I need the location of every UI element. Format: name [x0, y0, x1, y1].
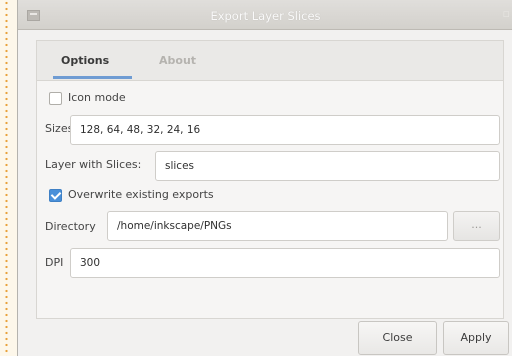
overwrite-label: Overwrite existing exports	[68, 188, 214, 201]
layer-input[interactable]: slices	[155, 151, 500, 181]
dpi-input[interactable]: 300	[70, 248, 500, 278]
active-tab-indicator	[53, 76, 132, 79]
icon-mode-checkbox[interactable]	[49, 92, 62, 105]
close-button[interactable]: Close	[358, 321, 437, 355]
window-title: Export Layer Slices	[210, 9, 321, 23]
tab-about[interactable]: About	[159, 54, 196, 67]
page-edge-dots	[5, 0, 8, 356]
directory-input[interactable]: /home/inkscape/PNGs	[107, 211, 448, 241]
icon-mode-label: Icon mode	[68, 91, 126, 104]
apply-button[interactable]: Apply	[443, 321, 509, 355]
overwrite-checkbox[interactable]	[49, 189, 62, 202]
tab-options[interactable]: Options	[61, 54, 109, 67]
sizes-input[interactable]: 128, 64, 48, 32, 24, 16	[70, 115, 500, 145]
tab-bar: Options About	[36, 40, 504, 81]
title-bar: Export Layer Slices ▫	[18, 0, 512, 30]
layer-label: Layer with Slices:	[45, 158, 142, 171]
dpi-label: DPI	[45, 256, 64, 269]
window-control-icon[interactable]: ▫	[503, 7, 510, 20]
browse-button[interactable]: ...	[453, 211, 500, 241]
directory-label: Directory	[45, 220, 96, 233]
